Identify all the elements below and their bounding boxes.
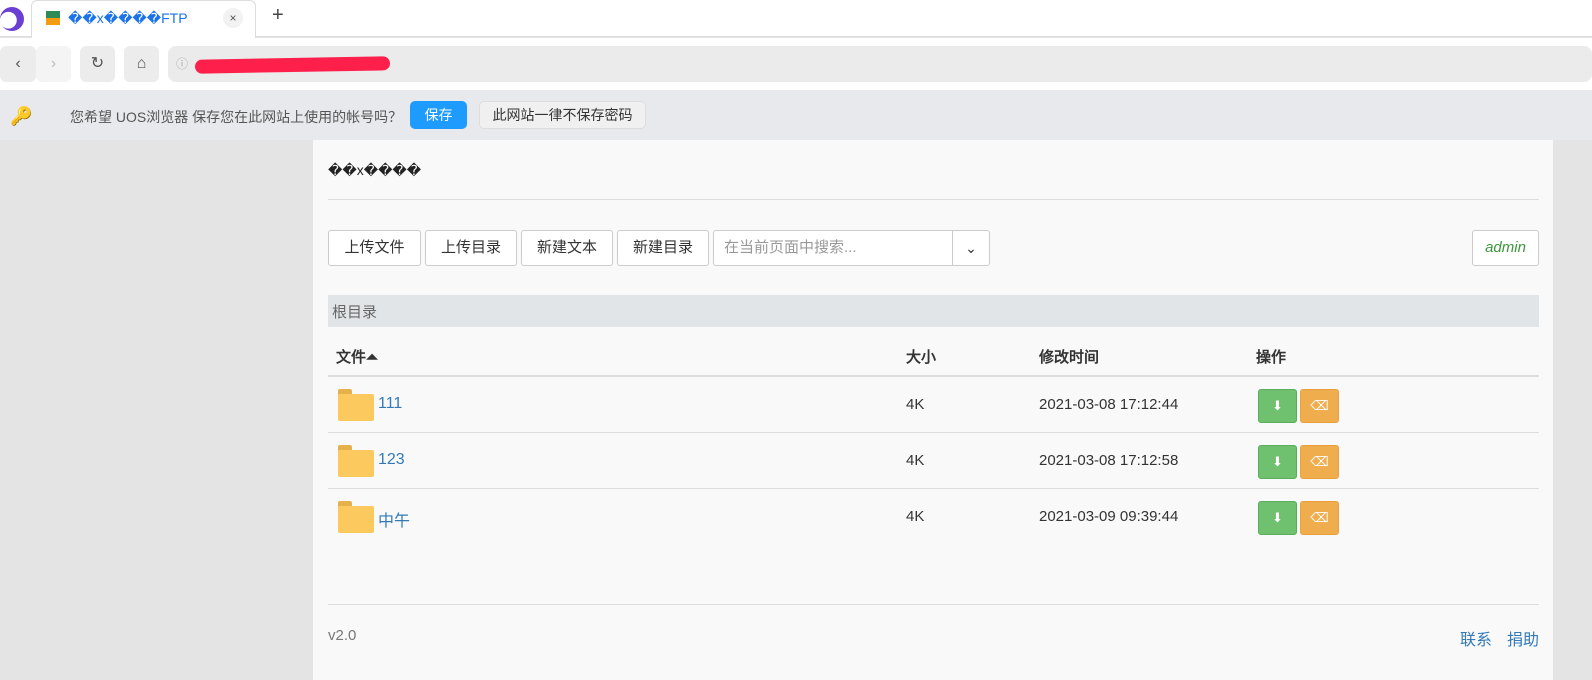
download-icon[interactable]: ⬇ [1258,389,1297,423]
file-mtime: 2021-03-08 17:12:44 [1039,396,1179,413]
upload-dir-button[interactable]: 上传目录 [425,230,517,266]
eraser-icon[interactable]: ⌫ [1300,445,1339,479]
chevron-down-icon[interactable]: ⌄ [952,230,990,266]
tab-active[interactable]: ��x����FTP × [31,0,256,38]
file-mtime: 2021-03-09 09:39:44 [1039,508,1179,525]
folder-icon [338,445,374,477]
divider [328,199,1539,200]
column-mtime[interactable]: 修改时间 [1039,346,1099,367]
never-save-button[interactable]: 此网站一律不保存密码 [479,101,646,129]
table-row: 111 4K 2021-03-08 17:12:44 ⬇ ⌫ [328,375,1539,431]
new-dir-button[interactable]: 新建目录 [617,230,709,266]
search-input[interactable]: 在当前页面中搜索... [713,230,953,266]
infobar-message: 您希望 UOS浏览器 保存您在此网站上使用的帐号吗？ [70,109,403,125]
file-link[interactable]: 123 [378,451,405,469]
folder-icon [338,389,374,421]
file-size: 4K [906,508,925,525]
upload-file-button[interactable]: 上传文件 [328,230,421,266]
file-link[interactable]: 111 [378,395,402,413]
file-size: 4K [906,396,925,413]
eraser-icon[interactable]: ⌫ [1300,389,1339,423]
column-ops: 操作 [1256,349,1287,366]
home-button[interactable]: ⌂ [124,46,159,82]
file-mtime: 2021-03-08 17:12:58 [1039,452,1179,469]
breadcrumb[interactable]: 根目录 [328,295,1539,327]
password-infobar: 🔑 您希望 UOS浏览器 保存您在此网站上使用的帐号吗？ 保存 此网站一律不保存… [0,90,1592,140]
new-text-button[interactable]: 新建文本 [521,230,613,266]
footer-divider [328,604,1539,605]
column-size[interactable]: 大小 [906,346,936,367]
column-file-label: 文件 [336,349,367,366]
donate-link[interactable]: 捐助 [1507,626,1539,650]
download-icon[interactable]: ⬇ [1258,501,1297,535]
tab-close-icon[interactable]: × [223,8,243,28]
version: v2.0 [328,627,357,644]
reload-button[interactable]: ↻ [80,46,115,82]
info-icon: ⓘ [176,57,189,71]
table-row: 中午 4K 2021-03-09 09:39:44 ⬇ ⌫ [328,488,1539,544]
column-file[interactable]: 文件⏶ [336,346,378,367]
folder-icon [338,501,374,533]
eraser-icon[interactable]: ⌫ [1300,501,1339,535]
save-password-button[interactable]: 保存 [410,101,467,129]
sort-up-icon: ⏶ [366,349,379,366]
key-icon: 🔑 [10,106,33,126]
user-button[interactable]: admin [1472,230,1539,266]
new-tab-button[interactable]: + [272,4,284,27]
forward-button[interactable]: › [36,46,71,82]
favicon-icon [46,11,60,25]
back-button[interactable]: ‹ [0,46,36,82]
table-row: 123 4K 2021-03-08 17:12:58 ⬇ ⌫ [328,432,1539,488]
main-panel: ��x���� 上传文件 上传目录 新建文本 新建目录 在当前页面中搜索... … [313,140,1553,680]
browser-logo-icon [0,7,24,31]
tab-bar: ��x����FTP × + [0,0,1592,38]
tab-title: ��x����FTP [68,10,188,26]
download-icon[interactable]: ⬇ [1258,445,1297,479]
page-title: ��x���� [328,162,422,178]
file-link[interactable]: 中午 [378,507,410,531]
file-size: 4K [906,452,925,469]
contact-link[interactable]: 联系 [1460,626,1492,650]
